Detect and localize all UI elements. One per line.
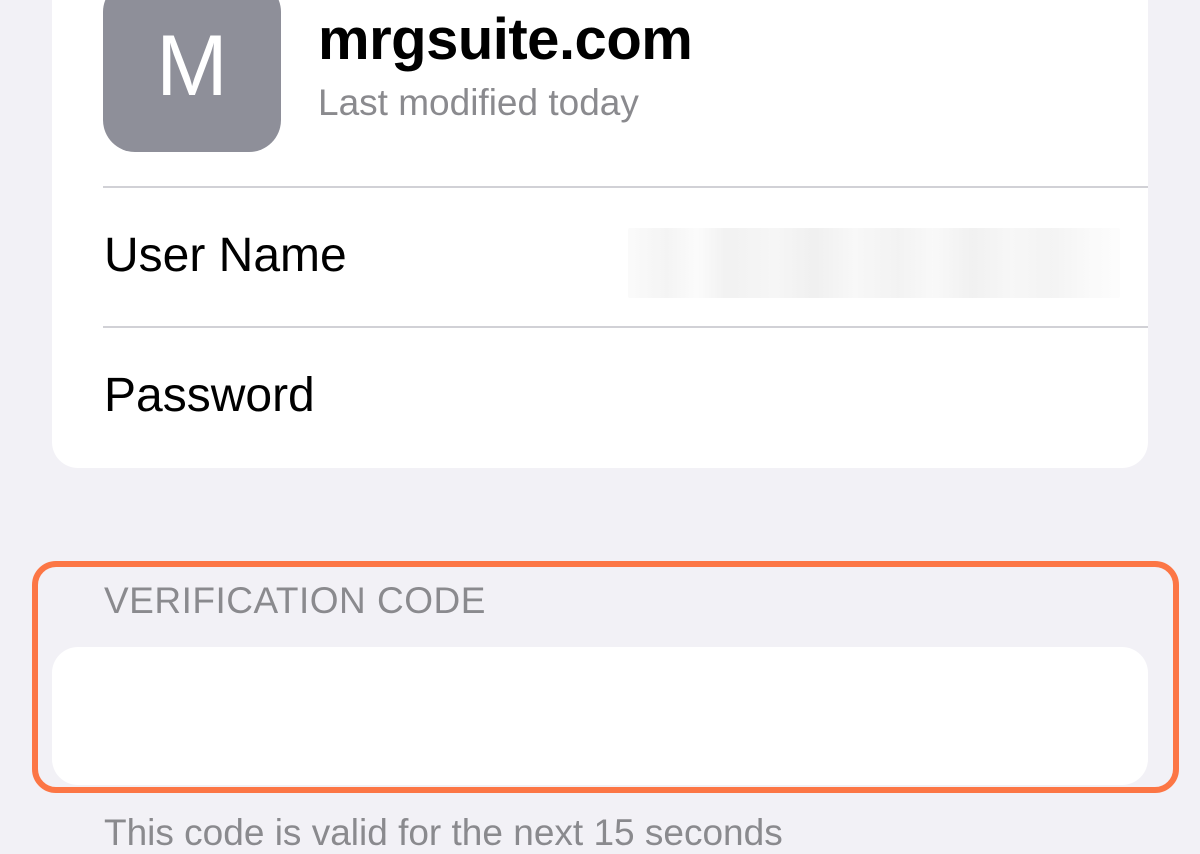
password-label[interactable]: Password bbox=[104, 368, 315, 423]
verification-highlight-outline bbox=[32, 561, 1179, 793]
divider bbox=[103, 186, 1148, 188]
username-value-redacted[interactable] bbox=[628, 228, 1120, 298]
last-modified-label: Last modified today bbox=[318, 82, 639, 123]
divider bbox=[103, 326, 1148, 328]
site-title: mrgsuite.com bbox=[318, 7, 693, 72]
username-label[interactable]: User Name bbox=[104, 228, 347, 283]
site-avatar: M bbox=[103, 0, 281, 152]
avatar-letter: M bbox=[156, 17, 228, 114]
code-validity-note: This code is valid for the next 15 secon… bbox=[104, 812, 783, 853]
